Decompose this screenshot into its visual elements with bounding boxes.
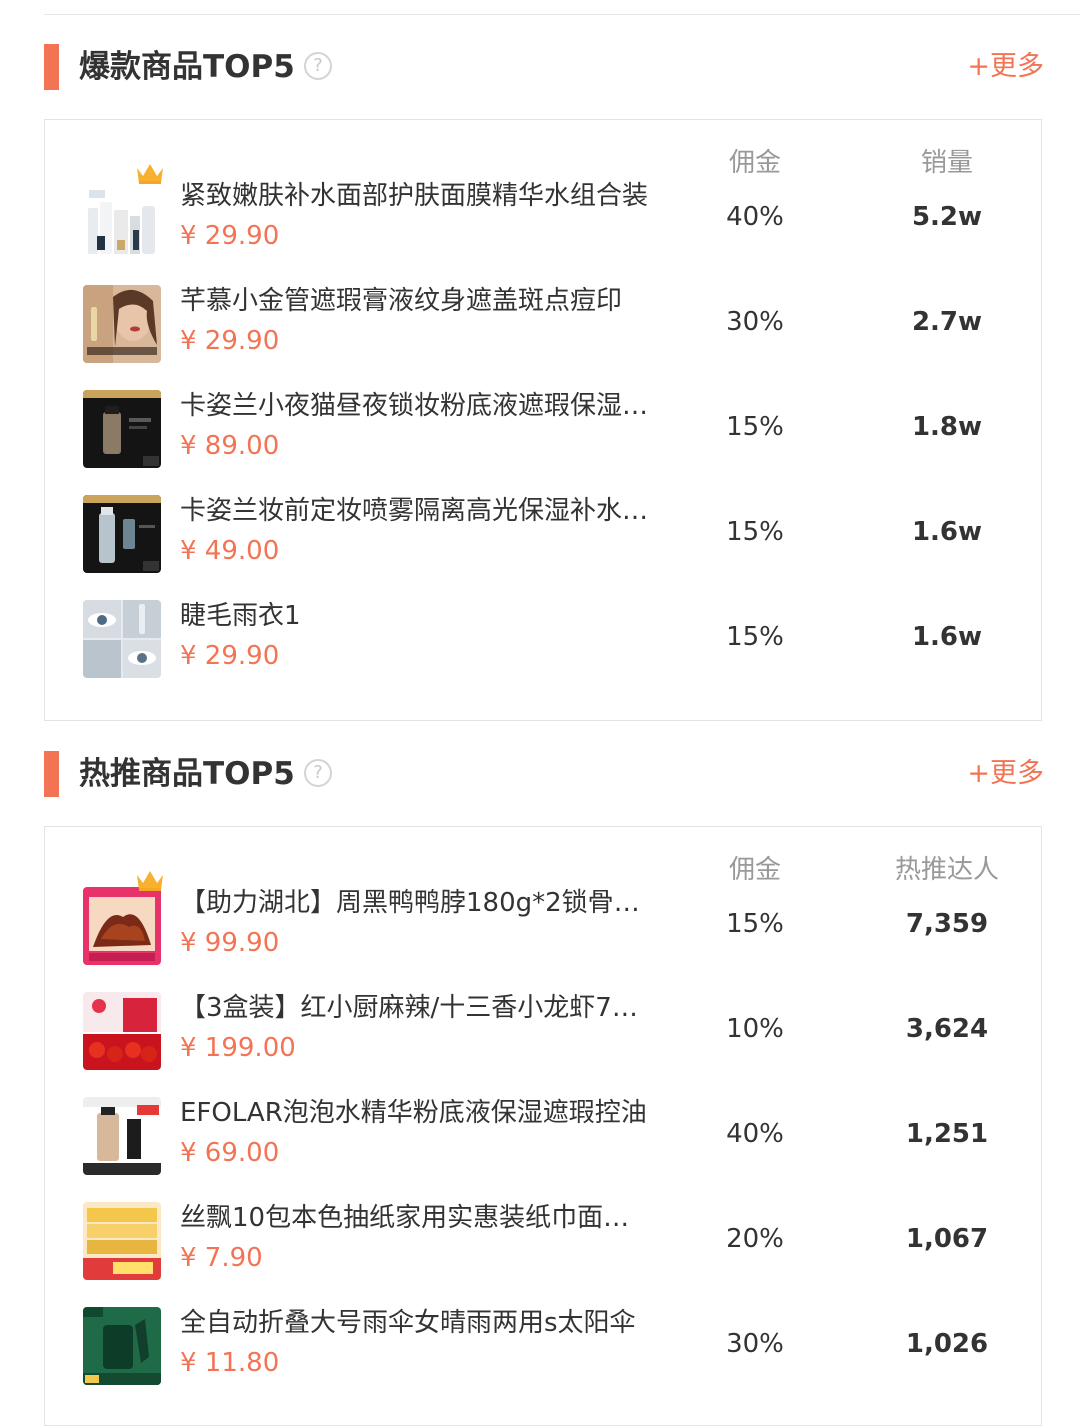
product-price: ¥ 29.90: [180, 221, 280, 251]
help-icon[interactable]: ?: [304, 759, 332, 787]
product-name[interactable]: 卡姿兰妆前定妆喷雾隔离高光保湿补水持久: [180, 493, 650, 529]
section-accent-bar: [44, 44, 59, 90]
product-row[interactable]: 卡姿兰妆前定妆喷雾隔离高光保湿补水持久 ¥ 49.00 15% 1.6w: [45, 481, 1043, 586]
product-price: ¥ 7.90: [180, 1243, 263, 1273]
crown-icon: [137, 871, 163, 891]
product-thumbnail[interactable]: [83, 887, 161, 965]
product-name[interactable]: 芊慕小金管遮瑕膏液纹身遮盖斑点痘印: [180, 283, 650, 319]
product-price: ¥ 69.00: [180, 1138, 280, 1168]
product-promoters: 3,624: [905, 1014, 989, 1044]
product-sales: 5.2w: [911, 202, 983, 232]
product-promoters: 1,067: [905, 1224, 989, 1254]
product-row[interactable]: 睫毛雨衣1 ¥ 29.90 15% 1.6w: [45, 586, 1043, 691]
product-row[interactable]: 丝飘10包本色抽纸家用实惠装纸巾面巾纸 ¥ 7.90 20% 1,067: [45, 1188, 1043, 1293]
product-row[interactable]: 【助力湖北】周黑鸭鸭脖180g*2锁骨1袋装 ¥ 99.90 15% 7,359: [45, 871, 1043, 978]
product-thumbnail[interactable]: [83, 285, 161, 363]
product-name[interactable]: 【3盒装】红小厨麻辣/十三香小龙虾750g: [180, 990, 650, 1026]
product-commission: 20%: [726, 1224, 784, 1254]
product-name[interactable]: 卡姿兰小夜猫昼夜锁妆粉底液遮瑕保湿持久: [180, 388, 650, 424]
section-accent-bar: [44, 751, 59, 797]
product-commission: 40%: [726, 202, 784, 232]
product-promoters: 7,359: [905, 909, 989, 939]
product-row[interactable]: 【3盒装】红小厨麻辣/十三香小龙虾750g ¥ 199.00 10% 3,624: [45, 978, 1043, 1083]
product-price: ¥ 89.00: [180, 431, 280, 461]
product-thumbnail[interactable]: [83, 1097, 161, 1175]
product-price: ¥ 49.00: [180, 536, 280, 566]
product-sales: 1.8w: [911, 412, 983, 442]
product-commission: 10%: [726, 1014, 784, 1044]
product-name[interactable]: EFOLAR泡泡水精华粉底液保湿遮瑕控油: [180, 1095, 650, 1131]
product-name[interactable]: 全自动折叠大号雨伞女晴雨两用s太阳伞: [180, 1305, 650, 1341]
product-commission: 15%: [726, 622, 784, 652]
product-commission: 15%: [726, 517, 784, 547]
trending-products-panel: 佣金 热推达人 【助力湖北】周黑鸭鸭脖180g*2锁骨1袋装 ¥ 99.90 1…: [44, 826, 1042, 1426]
section-title: 爆款商品TOP5: [79, 49, 295, 85]
product-price: ¥ 29.90: [180, 641, 280, 671]
top-divider: [44, 14, 1080, 15]
product-promoters: 1,251: [905, 1119, 989, 1149]
product-commission: 30%: [726, 307, 784, 337]
product-thumbnail[interactable]: [83, 180, 161, 258]
help-icon[interactable]: ?: [304, 52, 332, 80]
product-commission: 15%: [726, 909, 784, 939]
product-commission: 30%: [726, 1329, 784, 1359]
product-price: ¥ 29.90: [180, 326, 280, 356]
product-name[interactable]: 紧致嫩肤补水面部护肤面膜精华水组合装: [180, 178, 650, 214]
product-thumbnail[interactable]: [83, 1307, 161, 1385]
product-name[interactable]: 【助力湖北】周黑鸭鸭脖180g*2锁骨1袋装: [180, 885, 650, 921]
product-thumbnail[interactable]: [83, 600, 161, 678]
more-link[interactable]: +更多: [967, 44, 1044, 90]
trending-products-header: 热推商品TOP5 ? +更多: [44, 751, 1044, 797]
product-thumbnail[interactable]: [83, 495, 161, 573]
product-price: ¥ 199.00: [180, 1033, 296, 1063]
product-sales: 1.6w: [911, 622, 983, 652]
product-promoters: 1,026: [905, 1329, 989, 1359]
product-thumbnail[interactable]: [83, 992, 161, 1070]
product-price: ¥ 11.80: [180, 1348, 280, 1378]
product-thumbnail[interactable]: [83, 390, 161, 468]
product-thumbnail[interactable]: [83, 1202, 161, 1280]
hot-products-panel: 佣金 销量 紧致嫩肤补水面部护肤面膜精华水组合装 ¥ 29.90 40% 5.2…: [44, 119, 1042, 721]
product-row[interactable]: 卡姿兰小夜猫昼夜锁妆粉底液遮瑕保湿持久 ¥ 89.00 15% 1.8w: [45, 376, 1043, 481]
more-link[interactable]: +更多: [967, 751, 1044, 797]
product-name[interactable]: 丝飘10包本色抽纸家用实惠装纸巾面巾纸: [180, 1200, 650, 1236]
product-sales: 2.7w: [911, 307, 983, 337]
product-price: ¥ 99.90: [180, 928, 280, 958]
product-row[interactable]: 紧致嫩肤补水面部护肤面膜精华水组合装 ¥ 29.90 40% 5.2w: [45, 164, 1043, 271]
product-sales: 1.6w: [911, 517, 983, 547]
section-title: 热推商品TOP5: [79, 756, 295, 792]
crown-icon: [137, 164, 163, 184]
hot-products-header: 爆款商品TOP5 ? +更多: [44, 44, 1044, 90]
product-name[interactable]: 睫毛雨衣1: [180, 598, 650, 634]
product-row[interactable]: 芊慕小金管遮瑕膏液纹身遮盖斑点痘印 ¥ 29.90 30% 2.7w: [45, 271, 1043, 376]
product-row[interactable]: EFOLAR泡泡水精华粉底液保湿遮瑕控油 ¥ 69.00 40% 1,251: [45, 1083, 1043, 1188]
product-row[interactable]: 全自动折叠大号雨伞女晴雨两用s太阳伞 ¥ 11.80 30% 1,026: [45, 1293, 1043, 1398]
product-commission: 15%: [726, 412, 784, 442]
product-commission: 40%: [726, 1119, 784, 1149]
